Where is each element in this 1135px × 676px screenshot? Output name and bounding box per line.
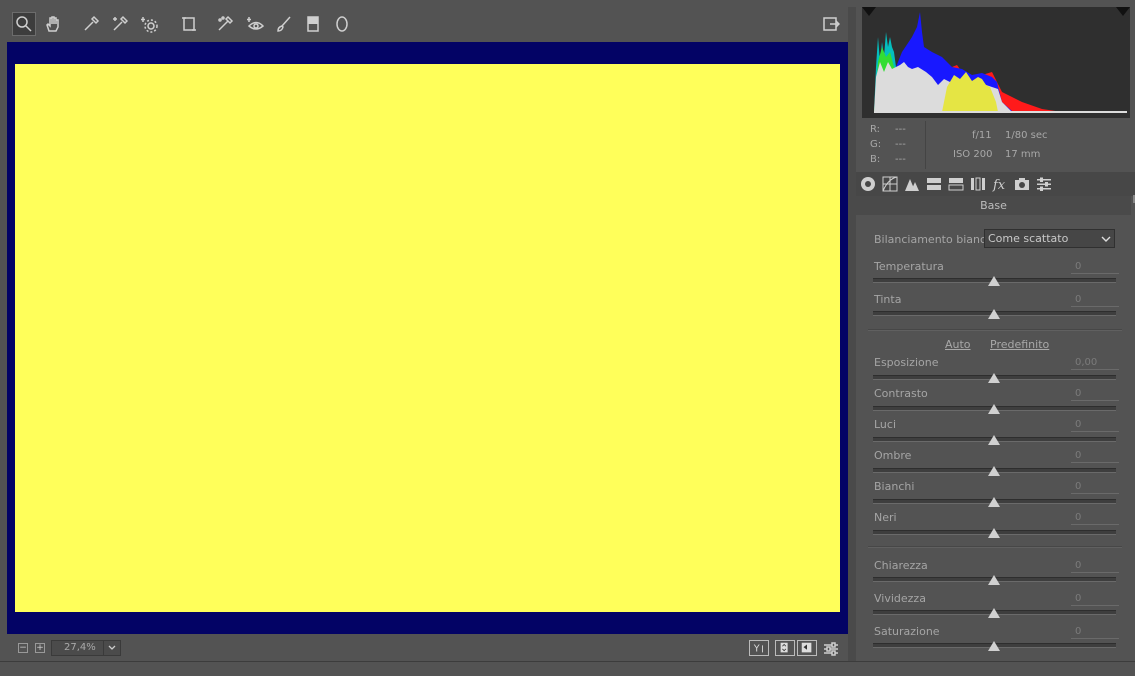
g-label: G: (870, 139, 882, 150)
tint-value[interactable]: 0 (1071, 294, 1119, 307)
radial-filter-icon[interactable] (330, 12, 354, 36)
zoom-level-select[interactable]: 27,4% (51, 640, 121, 656)
bottom-bar: − + 27,4% Y (7, 635, 848, 661)
shadows-label: Ombre (874, 449, 912, 462)
shadow-clipping-warning[interactable] (862, 7, 876, 16)
zoom-in-button[interactable]: + (35, 643, 45, 653)
highlights-slider-thumb[interactable] (988, 435, 1000, 445)
exposure-slider-thumb[interactable] (988, 373, 1000, 383)
blacks-slider-thumb[interactable] (988, 528, 1000, 538)
clarity-slider-thumb[interactable] (988, 575, 1000, 585)
r-label: R: (870, 124, 881, 135)
tab-hsl-icon[interactable] (925, 175, 943, 193)
r-value: --- (895, 124, 906, 135)
default-link[interactable]: Predefinito (990, 338, 1049, 351)
tab-effects-fx-icon[interactable]: fx (991, 175, 1009, 193)
section-divider (868, 546, 1122, 548)
saturation-label: Saturazione (874, 625, 940, 638)
shadows-slider-thumb[interactable] (988, 466, 1000, 476)
tab-split-toning-icon[interactable] (947, 175, 965, 193)
white-balance-select[interactable]: Come scattato (984, 229, 1115, 248)
saturation-value[interactable]: 0 (1071, 626, 1119, 639)
temperature-value[interactable]: 0 (1071, 261, 1119, 274)
whites-value[interactable]: 0 (1071, 481, 1119, 494)
tab-basic-icon[interactable] (859, 175, 877, 193)
photo-preview[interactable] (15, 64, 840, 612)
toolbar (7, 7, 848, 41)
highlights-label: Luci (874, 418, 897, 431)
whites-slider-thumb[interactable] (988, 497, 1000, 507)
highlights-value[interactable]: 0 (1071, 419, 1119, 432)
blacks-value[interactable]: 0 (1071, 512, 1119, 525)
chevron-down-icon (1101, 236, 1111, 242)
histogram (862, 7, 1130, 118)
settings-sliders-icon[interactable] (819, 637, 843, 661)
open-preferences-icon[interactable] (819, 12, 843, 36)
clarity-value[interactable]: 0 (1071, 560, 1119, 573)
zoom-level-value: 27,4% (64, 642, 96, 653)
temperature-label: Temperatura (874, 260, 944, 273)
window-bottom-edge (0, 661, 1135, 676)
aperture-value: f/11 (972, 130, 992, 141)
iso-value: ISO 200 (953, 149, 993, 160)
vibrance-slider-thumb[interactable] (988, 608, 1000, 618)
contrast-slider-thumb[interactable] (988, 404, 1000, 414)
chevron-down-icon (103, 641, 120, 655)
zoom-out-button[interactable]: − (18, 643, 28, 653)
exposure-value[interactable]: 0,00 (1071, 357, 1119, 370)
section-title: Base (856, 196, 1131, 215)
hand-tool-icon[interactable] (41, 12, 65, 36)
spot-removal-tool-icon[interactable] (213, 12, 237, 36)
g-value: --- (895, 139, 906, 150)
b-value: --- (895, 154, 906, 165)
contrast-label: Contrasto (874, 387, 928, 400)
exposure-label: Esposizione (874, 356, 939, 369)
saturation-slider-thumb[interactable] (988, 641, 1000, 651)
temperature-slider-thumb[interactable] (988, 276, 1000, 286)
tab-lens-corrections-icon[interactable] (969, 175, 987, 193)
targeted-adjustment-tool-icon[interactable] (137, 12, 161, 36)
graduated-filter-icon[interactable] (301, 12, 325, 36)
red-eye-tool-icon[interactable] (243, 12, 267, 36)
whites-label: Bianchi (874, 480, 915, 493)
before-after-toggle-icon[interactable]: Y (749, 640, 769, 656)
tint-label: Tinta (874, 293, 902, 306)
svg-text:fx: fx (992, 178, 1006, 192)
tab-presets-icon[interactable] (1035, 175, 1053, 193)
image-info: R: --- G: --- B: --- f/11 1/80 sec ISO 2… (862, 118, 1130, 172)
shutter-value: 1/80 sec (1005, 130, 1048, 141)
white-balance-label: Bilanciamento bianco: (874, 233, 997, 246)
adjustment-brush-icon[interactable] (272, 12, 296, 36)
clarity-label: Chiarezza (874, 559, 928, 572)
shadows-value[interactable]: 0 (1071, 450, 1119, 463)
panel-tabs: fx (856, 172, 1135, 196)
tab-camera-calibration-icon[interactable] (1013, 175, 1031, 193)
white-balance-tool-icon[interactable] (79, 12, 103, 36)
color-sampler-tool-icon[interactable] (108, 12, 132, 36)
highlight-clipping-warning[interactable] (1116, 7, 1130, 16)
swap-settings-icon[interactable] (775, 640, 795, 656)
panel-divider[interactable] (848, 7, 856, 661)
tab-detail-icon[interactable] (903, 175, 921, 193)
tab-tone-curve-icon[interactable] (881, 175, 899, 193)
b-label: B: (870, 154, 881, 165)
focal-length-value: 17 mm (1005, 149, 1041, 160)
contrast-value[interactable]: 0 (1071, 388, 1119, 401)
svg-text:Y: Y (753, 644, 760, 655)
info-divider (925, 121, 926, 169)
copy-settings-icon[interactable] (797, 640, 817, 656)
auto-link[interactable]: Auto (945, 338, 971, 351)
image-canvas[interactable] (7, 42, 848, 634)
section-divider (868, 329, 1122, 331)
zoom-tool-icon[interactable] (12, 12, 36, 36)
vibrance-label: Vividezza (874, 592, 926, 605)
histogram-graph (862, 7, 1130, 113)
white-balance-value: Come scattato (988, 232, 1069, 245)
blacks-label: Neri (874, 511, 897, 524)
transform-tool-icon[interactable] (177, 12, 201, 36)
basic-panel: Bilanciamento bianco: Come scattato Temp… (856, 195, 1135, 661)
vibrance-value[interactable]: 0 (1071, 593, 1119, 606)
tint-slider-thumb[interactable] (988, 309, 1000, 319)
